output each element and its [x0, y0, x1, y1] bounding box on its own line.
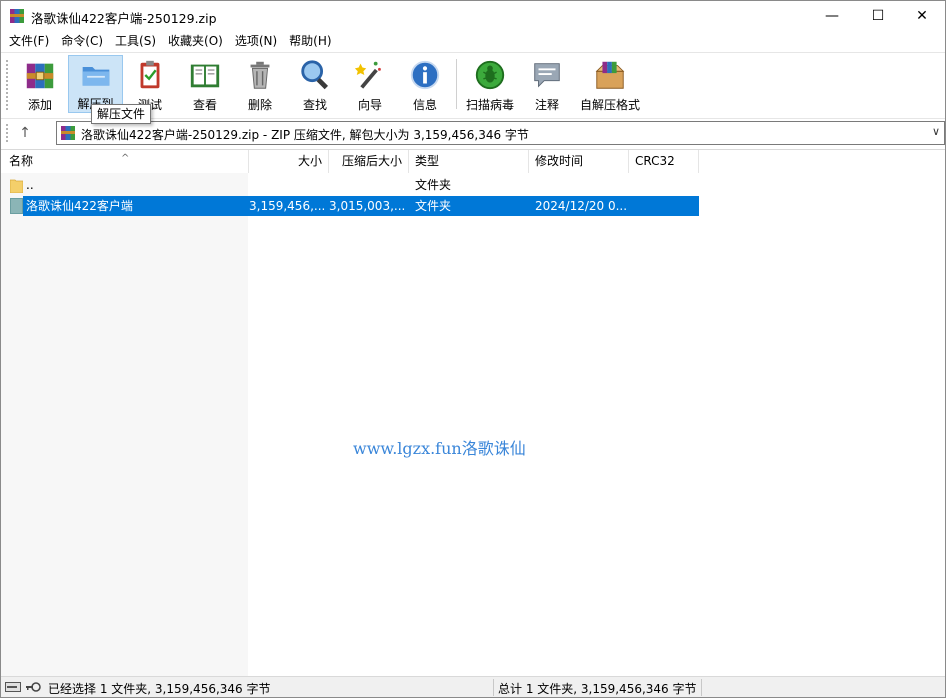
up-folder-button[interactable]: ↑: [13, 121, 37, 145]
status-divider: [701, 679, 702, 696]
menu-bar: 文件(F) 命令(C) 工具(S) 收藏夹(O) 选项(N) 帮助(H): [1, 31, 945, 52]
minimize-button[interactable]: —: [809, 1, 855, 31]
column-header-size[interactable]: 大小: [249, 150, 329, 173]
sort-ascending-icon: ^: [121, 153, 130, 164]
archive-icon: [61, 126, 75, 140]
address-grip[interactable]: [5, 123, 9, 143]
test-clipboard-icon: [140, 60, 160, 89]
winrar-app-icon: [10, 9, 24, 23]
row-packed: [329, 175, 409, 195]
column-header-modified[interactable]: 修改时间: [529, 150, 629, 173]
add-label: 添加: [27, 98, 52, 112]
virus-scan-button[interactable]: 扫描病毒: [462, 55, 518, 113]
maximize-button[interactable]: ☐: [855, 1, 901, 31]
file-list: 名称 ^ 大小 压缩后大小 类型 修改时间 CRC32 .. 文件夹 洛歌诛仙4…: [1, 149, 945, 676]
menu-favorites[interactable]: 收藏夹(O): [162, 31, 229, 52]
menu-help[interactable]: 帮助(H): [283, 31, 337, 52]
magnifier-icon: [301, 60, 329, 90]
column-header-name[interactable]: 名称 ^: [1, 150, 249, 173]
row-modified: [529, 175, 629, 195]
key-icon: [26, 682, 41, 692]
row-size: [249, 175, 329, 195]
virus-scan-label: 扫描病毒: [465, 98, 514, 112]
row-type: 文件夹: [415, 178, 452, 192]
extract-folder-icon: [82, 67, 109, 86]
delete-button[interactable]: 删除: [236, 55, 284, 113]
menu-tools[interactable]: 工具(S): [109, 31, 162, 52]
find-label: 查找: [302, 98, 327, 112]
row-name: 洛歌诛仙422客户端: [26, 199, 133, 213]
column-header-type[interactable]: 类型: [409, 150, 529, 173]
column-header-crc[interactable]: CRC32: [629, 150, 699, 173]
name-column-background: [1, 173, 248, 676]
menu-options[interactable]: 选项(N): [229, 31, 283, 52]
folder-icon: [10, 198, 23, 214]
toolbar-grip[interactable]: [5, 59, 9, 111]
table-row-parent-folder[interactable]: .. 文件夹: [1, 175, 699, 195]
magic-wand-icon: [354, 61, 381, 89]
drive-icon: [5, 682, 21, 692]
table-row-selected[interactable]: 洛歌诛仙422客户端 3,159,456,... 3,015,003,... 文…: [1, 196, 699, 216]
watermark-text: www.lgzx.fun洛歌诛仙: [353, 439, 526, 458]
column-header-name-label: 名称: [9, 154, 34, 168]
status-bar: 已经选择 1 文件夹, 3,159,456,346 字节 总计 1 文件夹, 3…: [1, 676, 945, 697]
sfx-label: 自解压格式: [579, 98, 640, 112]
row-type: 文件夹: [415, 199, 452, 213]
info-button[interactable]: 信息: [401, 55, 449, 113]
chevron-down-icon[interactable]: ∨: [932, 125, 940, 138]
column-header-packed[interactable]: 压缩后大小: [329, 150, 409, 173]
wizard-button[interactable]: 向导: [346, 55, 394, 113]
add-archive-icon: [26, 63, 54, 89]
address-text: 洛歌诛仙422客户端-250129.zip - ZIP 压缩文件, 解包大小为 …: [81, 128, 529, 142]
view-label: 查看: [192, 98, 217, 112]
window-title: 洛歌诛仙422客户端-250129.zip: [31, 11, 217, 26]
view-button[interactable]: 查看: [181, 55, 229, 113]
virus-bug-icon: [475, 60, 505, 90]
status-divider: [493, 679, 494, 696]
delete-label: 删除: [247, 98, 272, 112]
comment-label: 注释: [534, 98, 559, 112]
row-modified: 2024/12/20 0...: [535, 199, 628, 213]
menu-commands[interactable]: 命令(C): [55, 31, 109, 52]
wizard-label: 向导: [357, 98, 382, 112]
tooltip: 解压文件: [91, 104, 152, 124]
row-packed: 3,015,003,...: [329, 199, 406, 213]
winrar-window: 洛歌诛仙422客户端-250129.zip — ☐ ✕ 文件(F) 命令(C) …: [0, 0, 946, 698]
sfx-box-icon: [595, 61, 625, 89]
folder-icon: [10, 179, 23, 193]
column-header-row: 名称 ^ 大小 压缩后大小 类型 修改时间 CRC32: [1, 150, 945, 173]
add-button[interactable]: 添加: [15, 55, 65, 113]
view-book-icon: [190, 64, 220, 88]
title-bar: 洛歌诛仙422客户端-250129.zip — ☐ ✕: [1, 1, 945, 31]
close-button[interactable]: ✕: [899, 1, 945, 31]
comment-bubble-icon: [534, 63, 560, 88]
row-name: ..: [26, 178, 34, 192]
trash-icon: [250, 61, 270, 89]
info-label: 信息: [412, 98, 437, 112]
find-button[interactable]: 查找: [291, 55, 339, 113]
status-total: 总计 1 文件夹, 3,159,456,346 字节: [498, 682, 697, 696]
menu-file[interactable]: 文件(F): [3, 31, 55, 52]
sfx-button[interactable]: 自解压格式: [577, 55, 643, 113]
toolbar-separator: [456, 59, 457, 109]
row-size: 3,159,456,...: [249, 199, 326, 213]
address-field[interactable]: 洛歌诛仙422客户端-250129.zip - ZIP 压缩文件, 解包大小为 …: [56, 121, 945, 145]
status-selection: 已经选择 1 文件夹, 3,159,456,346 字节: [48, 682, 271, 696]
info-icon: [410, 60, 440, 90]
comment-button[interactable]: 注释: [523, 55, 571, 113]
